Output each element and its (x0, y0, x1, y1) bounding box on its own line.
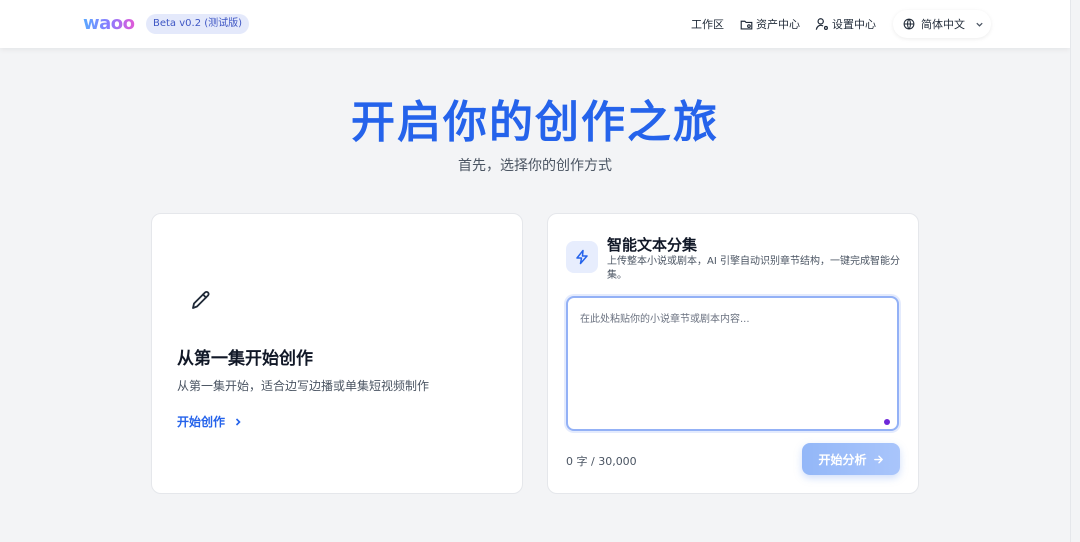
input-indicator-dot (884, 419, 890, 425)
char-count: 0 字 / 30,000 (566, 455, 637, 468)
folder-icon (740, 20, 753, 30)
chevron-down-icon (976, 22, 983, 27)
script-textarea[interactable] (566, 296, 899, 431)
nav-assets[interactable]: 资产中心 (740, 15, 800, 33)
language-label: 简体中文 (921, 18, 965, 31)
pencil-icon (192, 291, 210, 309)
start-analysis-button[interactable]: 开始分析 (802, 443, 900, 475)
card-description: 从第一集开始，适合边写边播或单集短视频制作 (177, 379, 430, 393)
beta-badge: Beta v0.2 (测试版) (146, 14, 250, 34)
nav-assets-label: 资产中心 (756, 18, 800, 31)
start-creating-label: 开始创作 (177, 415, 226, 429)
smart-split-card: 智能文本分集 上传整本小说或剧本，AI 引擎自动识别章节结构，一键完成智能分集。… (547, 213, 919, 494)
nav-workspace-label: 工作区 (691, 18, 724, 31)
hero-subtitle: 首先，选择你的创作方式 (458, 158, 612, 174)
top-header: waoo Beta v0.2 (测试版) 工作区 资产中心 设置中心 简体中文 (0, 0, 1070, 48)
start-creating-link[interactable]: 开始创作 (177, 413, 243, 430)
window-scrollbar[interactable] (1070, 0, 1080, 542)
globe-icon (903, 18, 915, 30)
lightning-icon (576, 249, 588, 265)
user-settings-icon (815, 18, 828, 30)
logo[interactable]: waoo (83, 13, 135, 35)
start-from-episode-card[interactable]: 从第一集开始创作 从第一集开始，适合边写边播或单集短视频制作 开始创作 (151, 213, 523, 494)
card-title: 智能文本分集 (607, 236, 698, 254)
arrow-right-icon (873, 455, 883, 463)
nav-settings[interactable]: 设置中心 (815, 15, 876, 33)
pencil-icon-wrap (177, 276, 225, 324)
start-analysis-label: 开始分析 (818, 452, 867, 467)
card-description: 上传整本小说或剧本，AI 引擎自动识别章节结构，一键完成智能分集。 (607, 256, 900, 281)
language-selector[interactable]: 简体中文 (893, 10, 991, 38)
lightning-icon-wrap (566, 241, 598, 273)
chevron-right-icon (235, 417, 241, 426)
page: waoo Beta v0.2 (测试版) 工作区 资产中心 设置中心 简体中文 … (0, 0, 1070, 542)
hero-title: 开启你的创作之旅 (351, 97, 719, 148)
nav-workspace[interactable]: 工作区 (691, 15, 724, 33)
nav-settings-label: 设置中心 (832, 18, 876, 31)
card-title: 从第一集开始创作 (177, 349, 313, 369)
